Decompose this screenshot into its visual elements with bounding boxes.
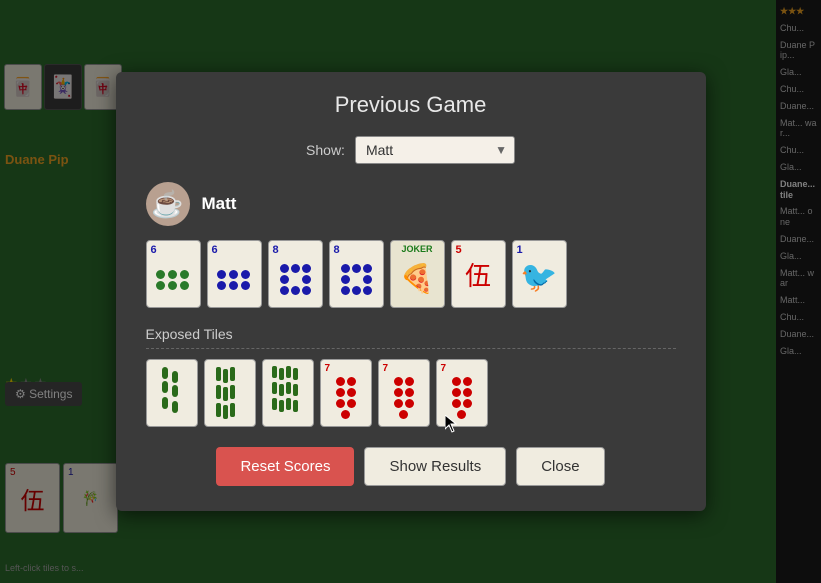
tile-number: 7 xyxy=(325,363,331,374)
joker-label: JOKER xyxy=(401,244,432,254)
exposed-divider xyxy=(146,348,676,349)
bamboo-svg xyxy=(266,365,310,421)
player-section: ☕ Matt xyxy=(146,182,676,226)
tile-joker: JOKER 🍕 xyxy=(390,240,445,308)
show-select[interactable]: Matt Player 2 Player 3 Player 4 xyxy=(355,136,515,164)
modal-title: Previous Game xyxy=(146,92,676,118)
tile-number: 8 xyxy=(334,244,340,256)
tile-dots xyxy=(341,264,372,295)
exposed-tile-bamboo-1 xyxy=(146,359,198,427)
bamboo-icon: 🐦 xyxy=(520,260,557,295)
tile-dots xyxy=(394,377,414,419)
action-buttons: Reset Scores Show Results Close xyxy=(146,447,676,486)
avatar-icon: ☕ xyxy=(151,189,183,220)
tile-number: 8 xyxy=(273,244,279,256)
close-button[interactable]: Close xyxy=(516,447,604,486)
exposed-tile-bamboo-2 xyxy=(204,359,256,427)
exposed-tile-7-2: 7 xyxy=(378,359,430,427)
bamboo-svg xyxy=(208,365,252,421)
tile-number: 7 xyxy=(441,363,447,374)
show-label: Show: xyxy=(306,142,345,158)
tile-dots xyxy=(217,270,251,290)
avatar: ☕ xyxy=(146,182,190,226)
tile-number: 7 xyxy=(383,363,389,374)
exposed-title: Exposed Tiles xyxy=(146,326,676,342)
tile-1-bamboo: 1 🐦 xyxy=(512,240,567,308)
tile-dots xyxy=(452,377,472,419)
player-name: Matt xyxy=(202,194,237,214)
tile-6-circle-1: 6 xyxy=(146,240,201,308)
tile-8-circle-2: 8 xyxy=(329,240,384,308)
tile-character: 伍 xyxy=(465,256,491,293)
show-results-button[interactable]: Show Results xyxy=(364,447,506,486)
exposed-tile-7-1: 7 xyxy=(320,359,372,427)
exposed-tile-7-3: 7 xyxy=(436,359,488,427)
show-select-wrapper[interactable]: Matt Player 2 Player 3 Player 4 ▼ xyxy=(355,136,515,164)
tile-dots xyxy=(280,264,311,295)
modal-backdrop: Previous Game Show: Matt Player 2 Player… xyxy=(0,0,821,583)
reset-scores-button[interactable]: Reset Scores xyxy=(216,447,354,486)
exposed-tile-bamboo-3 xyxy=(262,359,314,427)
tile-dots xyxy=(336,377,356,419)
tile-number: 6 xyxy=(212,244,218,256)
tile-number: 6 xyxy=(151,244,157,256)
tile-number: 5 xyxy=(456,244,462,256)
exposed-section: Exposed Tiles xyxy=(146,326,676,427)
exposed-tiles-row: 7 7 xyxy=(146,359,676,427)
joker-icon: 🍕 xyxy=(400,262,435,295)
tile-8-circle-1: 8 xyxy=(268,240,323,308)
tile-6-circle-2: 6 xyxy=(207,240,262,308)
show-row: Show: Matt Player 2 Player 3 Player 4 ▼ xyxy=(146,136,676,164)
tile-number: 1 xyxy=(517,244,523,256)
bamboo-svg xyxy=(150,365,194,421)
tile-5-char: 5 伍 xyxy=(451,240,506,308)
modal-dialog: Previous Game Show: Matt Player 2 Player… xyxy=(116,72,706,511)
tile-dots xyxy=(156,270,190,290)
hand-tiles-row: 6 6 xyxy=(146,240,676,308)
